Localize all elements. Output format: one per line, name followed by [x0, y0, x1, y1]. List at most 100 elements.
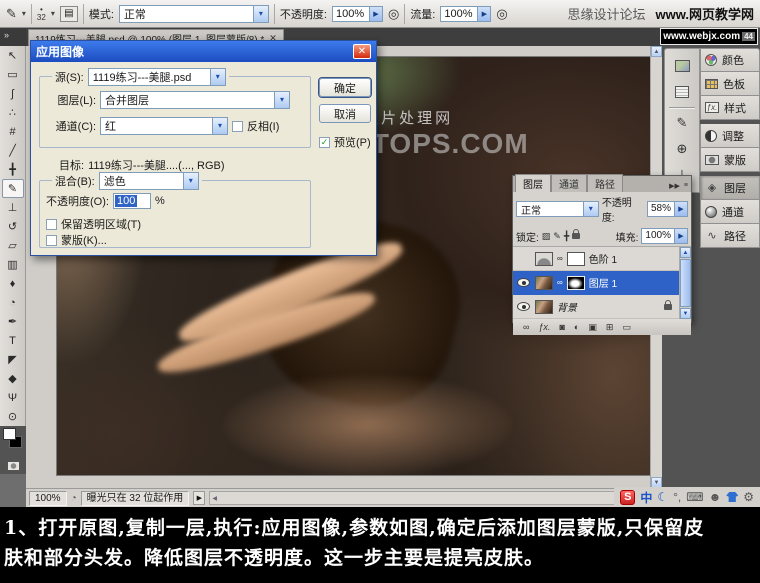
- lock-all-icon[interactable]: [572, 233, 580, 239]
- layer-row-levels[interactable]: ∞ 色阶 1: [513, 247, 680, 271]
- chevron-down-icon[interactable]: ▾: [183, 173, 198, 189]
- type-tool[interactable]: T: [2, 331, 24, 350]
- crop-tool[interactable]: #: [2, 122, 24, 141]
- panel-button-channels[interactable]: 通道: [700, 200, 760, 224]
- airbrush-icon[interactable]: ◎: [388, 6, 399, 22]
- mode-select[interactable]: 正常 ▾: [119, 5, 269, 23]
- panel-button-color[interactable]: 颜色: [700, 48, 760, 72]
- ok-button[interactable]: 确定: [319, 78, 371, 97]
- spinner-icon[interactable]: ▶: [675, 201, 688, 217]
- layers-scrollbar[interactable]: ▲ ▼: [679, 247, 691, 319]
- layer-name[interactable]: 图层 1: [589, 275, 617, 290]
- path-selection-tool[interactable]: ◤: [2, 350, 24, 369]
- channel-select[interactable]: 红 ▾: [100, 117, 228, 135]
- chevron-down-icon[interactable]: ▾: [583, 202, 598, 216]
- gradient-tool[interactable]: ▥: [2, 255, 24, 274]
- layer-thumbnail[interactable]: [535, 300, 553, 314]
- fullwidth-moon-icon[interactable]: ☾: [657, 490, 668, 504]
- dodge-tool[interactable]: ◔: [2, 293, 24, 312]
- scroll-left-icon[interactable]: ◀: [212, 495, 217, 502]
- chevron-down-icon[interactable]: ▾: [210, 69, 225, 85]
- spot-healing-tool[interactable]: ╋: [2, 160, 24, 179]
- cancel-button[interactable]: 取消: [319, 104, 371, 123]
- opacity-combo[interactable]: 100% ▶: [332, 6, 383, 22]
- adjustment-thumbnail[interactable]: [535, 252, 553, 266]
- soft-keyboard-icon[interactable]: ⌨: [686, 490, 703, 504]
- flow-combo[interactable]: 100% ▶: [440, 6, 491, 22]
- fill-combo[interactable]: 100% ▶: [641, 228, 688, 244]
- brush-preset-caret-icon[interactable]: ▾: [51, 9, 55, 18]
- airbrush-mode-icon[interactable]: ◎: [496, 6, 507, 22]
- layer-thumbnail[interactable]: [535, 276, 553, 290]
- brush-preset-picker[interactable]: • 32: [37, 6, 46, 22]
- spinner-icon[interactable]: ▶: [370, 6, 383, 22]
- layer-style-icon[interactable]: ƒx.: [538, 322, 550, 332]
- custom-shape-tool[interactable]: ◆: [2, 369, 24, 388]
- brush-tool[interactable]: ✎: [2, 179, 24, 198]
- chinese-mode-icon[interactable]: 中: [640, 489, 652, 506]
- panel-menu-icon[interactable]: ≡: [684, 182, 688, 190]
- layer-name[interactable]: 色阶 1: [589, 251, 617, 266]
- dialog-opacity-input[interactable]: 100: [113, 193, 151, 209]
- zoom-level[interactable]: 100%: [29, 491, 67, 506]
- history-brush-tool[interactable]: ↺: [2, 217, 24, 236]
- mask-checkbox[interactable]: [46, 235, 57, 246]
- layer-blend-mode-select[interactable]: 正常 ▾: [516, 201, 599, 217]
- settings-wrench-icon[interactable]: ⚙: [743, 490, 754, 504]
- move-tool[interactable]: ↖: [2, 46, 24, 65]
- preserve-transparency-checkbox[interactable]: [46, 219, 57, 230]
- skin-icon[interactable]: [726, 492, 738, 502]
- visibility-cell[interactable]: [515, 302, 531, 311]
- layer-mask-thumbnail[interactable]: [567, 276, 585, 290]
- lock-transparency-icon[interactable]: ▨: [542, 231, 551, 242]
- dialog-close-button[interactable]: ✕: [353, 44, 371, 59]
- user-icon[interactable]: ☻: [709, 490, 722, 504]
- new-layer-icon[interactable]: ⊞: [606, 322, 614, 333]
- scrollbar-thumb[interactable]: [680, 259, 691, 307]
- status-menu-button[interactable]: ▶: [193, 491, 205, 505]
- brush-tool-icon[interactable]: ✎: [6, 6, 17, 22]
- layer-select[interactable]: 合并图层 ▾: [100, 91, 290, 109]
- lasso-tool[interactable]: ʃ: [2, 84, 24, 103]
- spinner-icon[interactable]: ▶: [478, 6, 491, 22]
- blend-select[interactable]: 滤色 ▾: [99, 172, 199, 190]
- layer-row-layer1[interactable]: ∞ 图层 1: [513, 271, 680, 295]
- foreground-color-swatch[interactable]: [3, 428, 16, 440]
- visibility-cell[interactable]: [515, 278, 531, 287]
- source-select[interactable]: 1119练习---美腿.psd ▾: [88, 68, 226, 86]
- eraser-tool[interactable]: ▱: [2, 236, 24, 255]
- tab-layers[interactable]: 图层: [515, 174, 551, 192]
- adjustment-layer-icon[interactable]: ◐: [574, 322, 579, 332]
- layer-opacity-combo[interactable]: 58% ▶: [647, 201, 688, 217]
- layer-name[interactable]: 背景: [557, 299, 577, 314]
- quick-selection-tool[interactable]: ∴: [2, 103, 24, 122]
- tool-preset-caret-icon[interactable]: ▾: [22, 9, 26, 18]
- tab-paths[interactable]: 路径: [587, 174, 623, 192]
- punctuation-icon[interactable]: °,: [673, 490, 681, 504]
- panel-button-layers[interactable]: ◈ 图层: [700, 176, 760, 200]
- spinner-icon[interactable]: ▶: [675, 228, 688, 244]
- sogou-icon[interactable]: S: [620, 490, 635, 505]
- panel-button-styles[interactable]: ƒx. 样式: [700, 96, 760, 120]
- clone-stamp-tool[interactable]: ⊥: [2, 198, 24, 217]
- panel-button-swatches[interactable]: 色板: [700, 72, 760, 96]
- layer-mask-thumbnail[interactable]: [567, 252, 585, 266]
- delete-layer-icon[interactable]: ▭: [622, 322, 631, 333]
- zoom-tool[interactable]: ⊙: [2, 407, 24, 426]
- scroll-up-icon[interactable]: ▲: [651, 46, 662, 57]
- panel-button-paths[interactable]: ∿ 路径: [700, 224, 760, 248]
- new-group-icon[interactable]: ▣: [588, 322, 597, 333]
- panel-collapse-icon[interactable]: ▶▶: [669, 182, 680, 190]
- eye-icon[interactable]: [517, 302, 530, 311]
- clone-source-panel-icon[interactable]: ⊕: [665, 136, 699, 162]
- image-panel-icon[interactable]: [665, 53, 699, 79]
- preview-checkbox[interactable]: ✓: [319, 137, 330, 148]
- brush-presets-panel-icon[interactable]: ✎: [665, 110, 699, 136]
- pen-tool[interactable]: ✒: [2, 312, 24, 331]
- invert-checkbox[interactable]: [232, 121, 243, 132]
- hand-tool[interactable]: Ψ: [2, 388, 24, 407]
- chevron-down-icon[interactable]: ▾: [253, 6, 268, 22]
- history-panel-icon[interactable]: [665, 79, 699, 105]
- chevron-down-icon[interactable]: ▾: [212, 118, 227, 134]
- lock-paint-icon[interactable]: ✎: [553, 231, 561, 242]
